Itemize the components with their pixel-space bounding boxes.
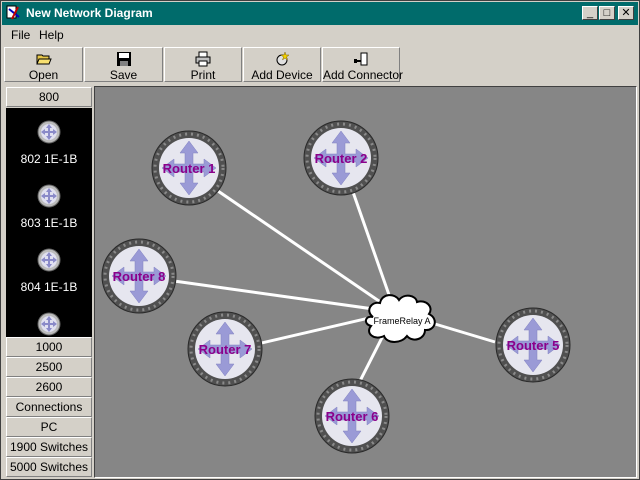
router-device-icon[interactable] — [37, 248, 61, 272]
router-5[interactable]: Router 5 — [494, 306, 572, 384]
palette-item-803[interactable]: 803 1E-1B — [6, 216, 92, 230]
group-1000[interactable]: 1000 — [6, 337, 92, 357]
group-pc[interactable]: PC — [6, 417, 92, 437]
group-5000-switches[interactable]: 5000 Switches — [6, 457, 92, 477]
add-device-button[interactable]: Add Device — [243, 47, 321, 82]
router-8-label: Router 8 — [113, 269, 166, 284]
router-7[interactable]: Router 7 — [186, 310, 264, 388]
floppy-disk-icon — [116, 52, 131, 66]
toolbar: Open Save Print Add Device Add Connector — [4, 47, 638, 83]
minimize-button[interactable]: _ — [582, 6, 598, 20]
save-button[interactable]: Save — [84, 47, 163, 82]
title-bar[interactable]: New Network Diagram _ □ ✕ — [2, 2, 638, 25]
router-5-label: Router 5 — [507, 338, 560, 353]
connection-router8[interactable] — [173, 279, 396, 314]
router-device-icon[interactable] — [37, 312, 61, 336]
router-8[interactable]: Router 8 — [100, 237, 178, 315]
window-title: New Network Diagram — [26, 6, 153, 20]
diagram-canvas[interactable]: Router 1 Router 2 Router 8 Router 7 Rout… — [94, 86, 637, 478]
connection-router1[interactable] — [217, 189, 396, 314]
menu-help[interactable]: Help — [39, 28, 64, 42]
add-device-icon — [276, 51, 290, 66]
print-label: Print — [190, 68, 216, 82]
open-button[interactable]: Open — [4, 47, 83, 82]
router-2-label: Router 2 — [315, 151, 368, 166]
router-device-icon[interactable] — [37, 120, 61, 144]
group-800-header[interactable]: 800 — [6, 87, 92, 107]
router-1-label: Router 1 — [163, 161, 216, 176]
maximize-button[interactable]: □ — [599, 6, 615, 20]
router-device-icon[interactable] — [37, 184, 61, 208]
router-7-label: Router 7 — [199, 342, 252, 357]
router-1[interactable]: Router 1 — [150, 129, 228, 207]
connection-router2[interactable] — [351, 191, 397, 313]
router-2[interactable]: Router 2 — [302, 119, 380, 197]
palette-item-804[interactable]: 804 1E-1B — [6, 280, 92, 294]
add-connector-button[interactable]: Add Connector — [322, 47, 404, 82]
close-button[interactable]: ✕ — [618, 6, 634, 20]
group-2600[interactable]: 2600 — [6, 377, 92, 397]
palette-item-802[interactable]: 802 1E-1B — [6, 152, 92, 166]
printer-icon — [195, 51, 211, 67]
device-palette: 800 802 1E-1B 803 1E-1B 804 1E-1B 1000 2… — [6, 87, 92, 477]
app-window: New Network Diagram _ □ ✕ File Help Open… — [0, 0, 640, 480]
group-1900-switches[interactable]: 1900 Switches — [6, 437, 92, 457]
save-label: Save — [109, 68, 138, 82]
open-label: Open — [28, 68, 59, 82]
router-6[interactable]: Router 6 — [313, 377, 391, 455]
add-connector-label: Add Connector — [323, 68, 404, 82]
cloud-label: FrameRelay A — [373, 316, 430, 326]
group-connections[interactable]: Connections — [6, 397, 92, 417]
add-device-label: Add Device — [251, 68, 313, 82]
diagram-svg: Router 1 Router 2 Router 8 Router 7 Rout… — [100, 119, 572, 455]
add-connector-icon — [354, 52, 368, 66]
group-2500[interactable]: 2500 — [6, 357, 92, 377]
print-button[interactable]: Print — [164, 47, 242, 82]
router-6-label: Router 6 — [326, 409, 379, 424]
menu-bar: File Help — [2, 25, 638, 45]
folder-open-icon — [35, 54, 52, 65]
framerelay-cloud[interactable]: FrameRelay A — [365, 294, 436, 343]
menu-file[interactable]: File — [11, 28, 30, 42]
network-app-icon — [6, 5, 20, 20]
